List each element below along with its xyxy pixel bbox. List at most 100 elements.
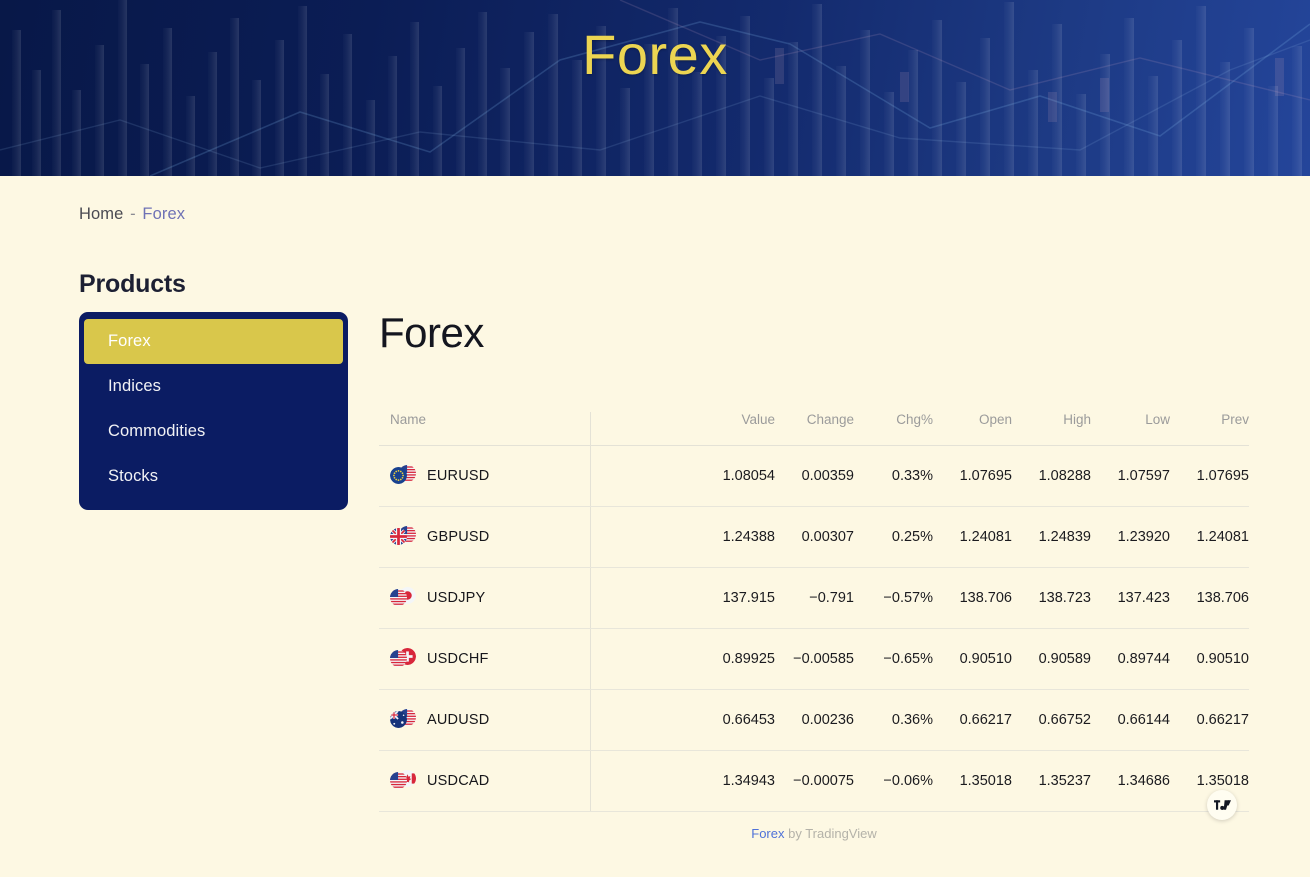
flag-eu-icon bbox=[390, 467, 407, 484]
symbol-label: AUDUSD bbox=[427, 712, 490, 728]
table-row[interactable]: AUDUSD 0.66453 0.00236 0.36% 0.66217 0.66752 0… bbox=[379, 689, 1249, 751]
cell-spacer bbox=[590, 445, 696, 507]
sidebar-item-stocks[interactable]: Stocks bbox=[80, 454, 347, 499]
sidebar-item-forex[interactable]: Forex bbox=[84, 319, 343, 364]
symbol-label: USDCAD bbox=[427, 773, 490, 789]
cell-high: 138.723 bbox=[1012, 567, 1091, 629]
cell-prev: 0.90510 bbox=[1170, 628, 1249, 690]
cell-value: 0.66453 bbox=[696, 689, 775, 751]
breadcrumb-home[interactable]: Home bbox=[79, 205, 123, 223]
sidebar-item-label: Indices bbox=[108, 377, 161, 395]
cell-symbol[interactable]: USDCAD bbox=[379, 750, 591, 812]
cell-high: 0.66752 bbox=[1012, 689, 1091, 751]
cell-spacer bbox=[590, 506, 696, 568]
column-header-high[interactable]: High bbox=[1012, 412, 1091, 446]
cell-low: 1.07597 bbox=[1091, 445, 1170, 507]
footer-attribution: by TradingView bbox=[784, 826, 877, 841]
cell-prev: 138.706 bbox=[1170, 567, 1249, 629]
currency-pair-flags-icon bbox=[390, 587, 418, 608]
sidebar-item-label: Commodities bbox=[108, 422, 206, 440]
breadcrumb: Home - Forex bbox=[79, 205, 185, 224]
table-body: EURUSD 1.08054 0.00359 0.33% 1.07695 1.08288 1… bbox=[379, 445, 1249, 812]
products-heading: Products bbox=[79, 270, 186, 298]
flag-us-icon bbox=[390, 650, 407, 667]
flag-au-icon bbox=[390, 711, 407, 728]
column-header-value[interactable]: Value bbox=[696, 412, 775, 446]
table-row[interactable]: USDCHF 0.89925 −0.00585 −0.65% 0.90510 0.9058… bbox=[379, 628, 1249, 690]
cell-low: 0.89744 bbox=[1091, 628, 1170, 690]
cell-open: 0.90510 bbox=[933, 628, 1012, 690]
cell-value: 137.915 bbox=[696, 567, 775, 629]
cell-high: 0.90589 bbox=[1012, 628, 1091, 690]
column-header-open[interactable]: Open bbox=[933, 412, 1012, 446]
cell-chg-pct: 0.36% bbox=[854, 689, 933, 751]
table-row[interactable]: EURUSD 1.08054 0.00359 0.33% 1.07695 1.08288 1… bbox=[379, 445, 1249, 507]
flag-gb-icon bbox=[390, 528, 407, 545]
currency-pair-flags-icon bbox=[390, 526, 418, 547]
sidebar-item-indices[interactable]: Indices bbox=[80, 364, 347, 409]
footer-forex-link[interactable]: Forex bbox=[751, 826, 784, 841]
symbol-label: GBPUSD bbox=[427, 529, 490, 545]
tradingview-logo-icon bbox=[1213, 800, 1231, 810]
currency-pair-flags-icon bbox=[390, 770, 418, 791]
cell-low: 1.34686 bbox=[1091, 750, 1170, 812]
column-header-name[interactable]: Name bbox=[379, 412, 591, 446]
table-row[interactable]: GBPUSD 1.24388 0.00307 0.25% 1.24081 1.24839 1… bbox=[379, 506, 1249, 568]
cell-spacer bbox=[590, 689, 696, 751]
hero-title: Forex bbox=[582, 23, 728, 86]
cell-open: 1.07695 bbox=[933, 445, 1012, 507]
table-footer: Forex by TradingView bbox=[379, 812, 1249, 841]
cell-low: 1.23920 bbox=[1091, 506, 1170, 568]
cell-high: 1.08288 bbox=[1012, 445, 1091, 507]
cell-symbol[interactable]: USDJPY bbox=[379, 567, 591, 629]
breadcrumb-separator: - bbox=[130, 205, 136, 223]
tradingview-badge-icon[interactable] bbox=[1207, 790, 1237, 820]
currency-pair-flags-icon bbox=[390, 709, 418, 730]
cell-prev: 0.66217 bbox=[1170, 689, 1249, 751]
sidebar-item-label: Forex bbox=[108, 332, 151, 350]
column-header-change[interactable]: Change bbox=[775, 412, 854, 446]
cell-high: 1.24839 bbox=[1012, 506, 1091, 568]
cell-open: 1.35018 bbox=[933, 750, 1012, 812]
cell-change: −0.00075 bbox=[775, 750, 854, 812]
currency-pair-flags-icon bbox=[390, 465, 418, 486]
cell-change: 0.00307 bbox=[775, 506, 854, 568]
table-header-row: Name Value Change Chg% Open High Low Pre… bbox=[379, 412, 1249, 446]
cell-chg-pct: −0.06% bbox=[854, 750, 933, 812]
table-footer-wrap: Forex by TradingView bbox=[379, 790, 1249, 841]
table-row[interactable]: USDCAD 1.34943 −0.00075 −0.06% 1.35018 1.3523… bbox=[379, 750, 1249, 812]
forex-quotes-table: Name Value Change Chg% Open High Low Pre… bbox=[379, 412, 1249, 812]
cell-spacer bbox=[590, 567, 696, 629]
cell-chg-pct: 0.25% bbox=[854, 506, 933, 568]
cell-symbol[interactable]: GBPUSD bbox=[379, 506, 591, 568]
cell-prev: 1.07695 bbox=[1170, 445, 1249, 507]
cell-spacer bbox=[590, 628, 696, 690]
flag-us-icon bbox=[390, 772, 407, 789]
cell-chg-pct: 0.33% bbox=[854, 445, 933, 507]
column-header-chgpct[interactable]: Chg% bbox=[854, 412, 933, 446]
column-header-prev[interactable]: Prev bbox=[1170, 412, 1249, 446]
cell-chg-pct: −0.65% bbox=[854, 628, 933, 690]
cell-chg-pct: −0.57% bbox=[854, 567, 933, 629]
flag-us-icon bbox=[390, 589, 407, 606]
currency-pair-flags-icon bbox=[390, 648, 418, 669]
cell-change: −0.00585 bbox=[775, 628, 854, 690]
column-header-low[interactable]: Low bbox=[1091, 412, 1170, 446]
main-content: Forex Name Value Change Chg% Open High L… bbox=[379, 312, 1249, 841]
cell-high: 1.35237 bbox=[1012, 750, 1091, 812]
cell-symbol[interactable]: USDCHF bbox=[379, 628, 591, 690]
cell-low: 0.66144 bbox=[1091, 689, 1170, 751]
cell-symbol[interactable]: EURUSD bbox=[379, 445, 591, 507]
symbol-label: EURUSD bbox=[427, 468, 490, 484]
table-row[interactable]: USDJPY 137.915 −0.791 −0.57% 138.706 138.723 1… bbox=[379, 567, 1249, 629]
cell-change: 0.00359 bbox=[775, 445, 854, 507]
symbol-label: USDJPY bbox=[427, 590, 486, 606]
sidebar-item-commodities[interactable]: Commodities bbox=[80, 409, 347, 454]
cell-open: 138.706 bbox=[933, 567, 1012, 629]
cell-symbol[interactable]: AUDUSD bbox=[379, 689, 591, 751]
products-sidebar: Forex Indices Commodities Stocks bbox=[79, 312, 348, 510]
cell-change: −0.791 bbox=[775, 567, 854, 629]
cell-spacer bbox=[590, 750, 696, 812]
cell-low: 137.423 bbox=[1091, 567, 1170, 629]
sidebar-item-label: Stocks bbox=[108, 467, 159, 485]
